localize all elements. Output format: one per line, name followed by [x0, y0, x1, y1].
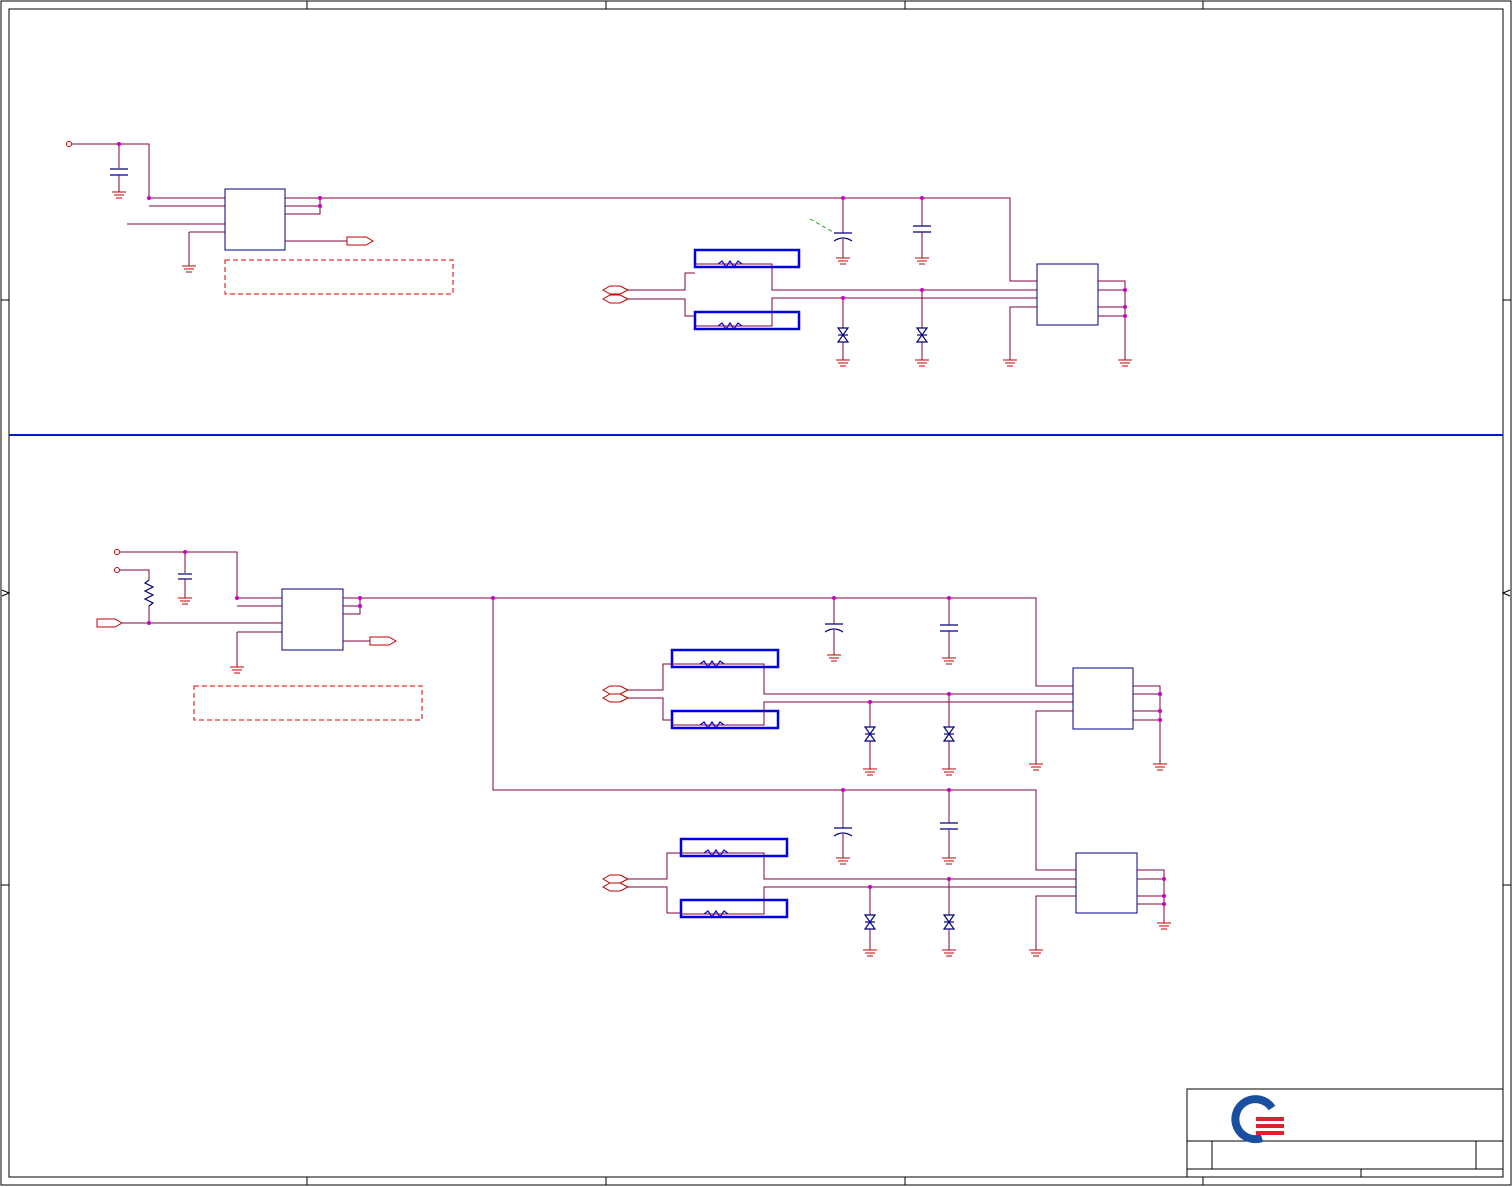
- ground-symbol: [836, 257, 850, 265]
- common-mode-choke: [679, 837, 789, 919]
- input-capacitor: [110, 168, 128, 176]
- decoupling-capacitor: [913, 225, 931, 233]
- ground-symbol: [942, 949, 956, 957]
- note-box: [193, 685, 423, 721]
- ground-symbol: [182, 265, 196, 273]
- esd-diode: [863, 726, 877, 742]
- usb-data-port: [601, 882, 630, 892]
- top-circuit: [66, 141, 1132, 367]
- overcurrent-flag-port: [369, 636, 398, 646]
- ground-symbol: [1157, 922, 1171, 930]
- ground-symbol: [836, 359, 850, 367]
- ground-symbol: [915, 359, 929, 367]
- ground-symbol: [1118, 359, 1132, 367]
- ground-symbol: [112, 191, 126, 199]
- ground-symbol: [863, 768, 877, 776]
- esd-diode: [942, 914, 956, 930]
- sheet-frame: [0, 0, 1512, 1186]
- enable-input-terminal: [114, 567, 120, 573]
- usb-connector: [1075, 852, 1138, 914]
- decoupling-capacitor: [940, 624, 958, 632]
- ground-symbol: [178, 597, 192, 605]
- ground-symbol: [230, 666, 244, 674]
- esd-diode: [836, 327, 850, 343]
- power-input-terminal: [114, 549, 120, 555]
- ground-symbol: [942, 857, 956, 865]
- ground-symbol: [1153, 763, 1167, 771]
- ground-symbol: [1029, 949, 1043, 957]
- esd-diode: [915, 327, 929, 343]
- quanta-logo-icon: [1231, 1095, 1284, 1144]
- ground-symbol: [942, 768, 956, 776]
- esd-diode: [942, 726, 956, 742]
- schematic-sheet: [0, 0, 1512, 1186]
- ground-symbol: [827, 654, 841, 662]
- power-switch-ic: [224, 188, 286, 251]
- ground-symbol: [836, 857, 850, 865]
- enable-port: [96, 618, 124, 628]
- ground-symbol: [915, 257, 929, 265]
- power-input-terminal: [66, 141, 72, 147]
- ground-symbol: [942, 657, 956, 665]
- usb-data-port: [601, 285, 630, 295]
- common-mode-choke: [670, 648, 780, 730]
- ground-symbol: [863, 949, 877, 957]
- input-capacitor: [178, 573, 192, 580]
- usb-data-port: [601, 685, 630, 695]
- decoupling-capacitor: [940, 822, 958, 830]
- note-box: [224, 259, 454, 295]
- ground-symbol: [1003, 359, 1017, 367]
- usb-data-port: [601, 693, 630, 703]
- esd-diode: [863, 914, 877, 930]
- power-switch-ic: [281, 588, 344, 651]
- ground-symbol: [1029, 763, 1043, 771]
- usb-connector: [1072, 667, 1134, 730]
- overcurrent-flag-port: [346, 236, 375, 246]
- bottom-circuit: [96, 549, 1171, 957]
- usb-data-port: [601, 874, 630, 884]
- pullup-resistor: [143, 579, 155, 607]
- title-block: [1186, 1088, 1504, 1178]
- usb-connector: [1036, 263, 1099, 326]
- usb-data-port: [601, 294, 630, 304]
